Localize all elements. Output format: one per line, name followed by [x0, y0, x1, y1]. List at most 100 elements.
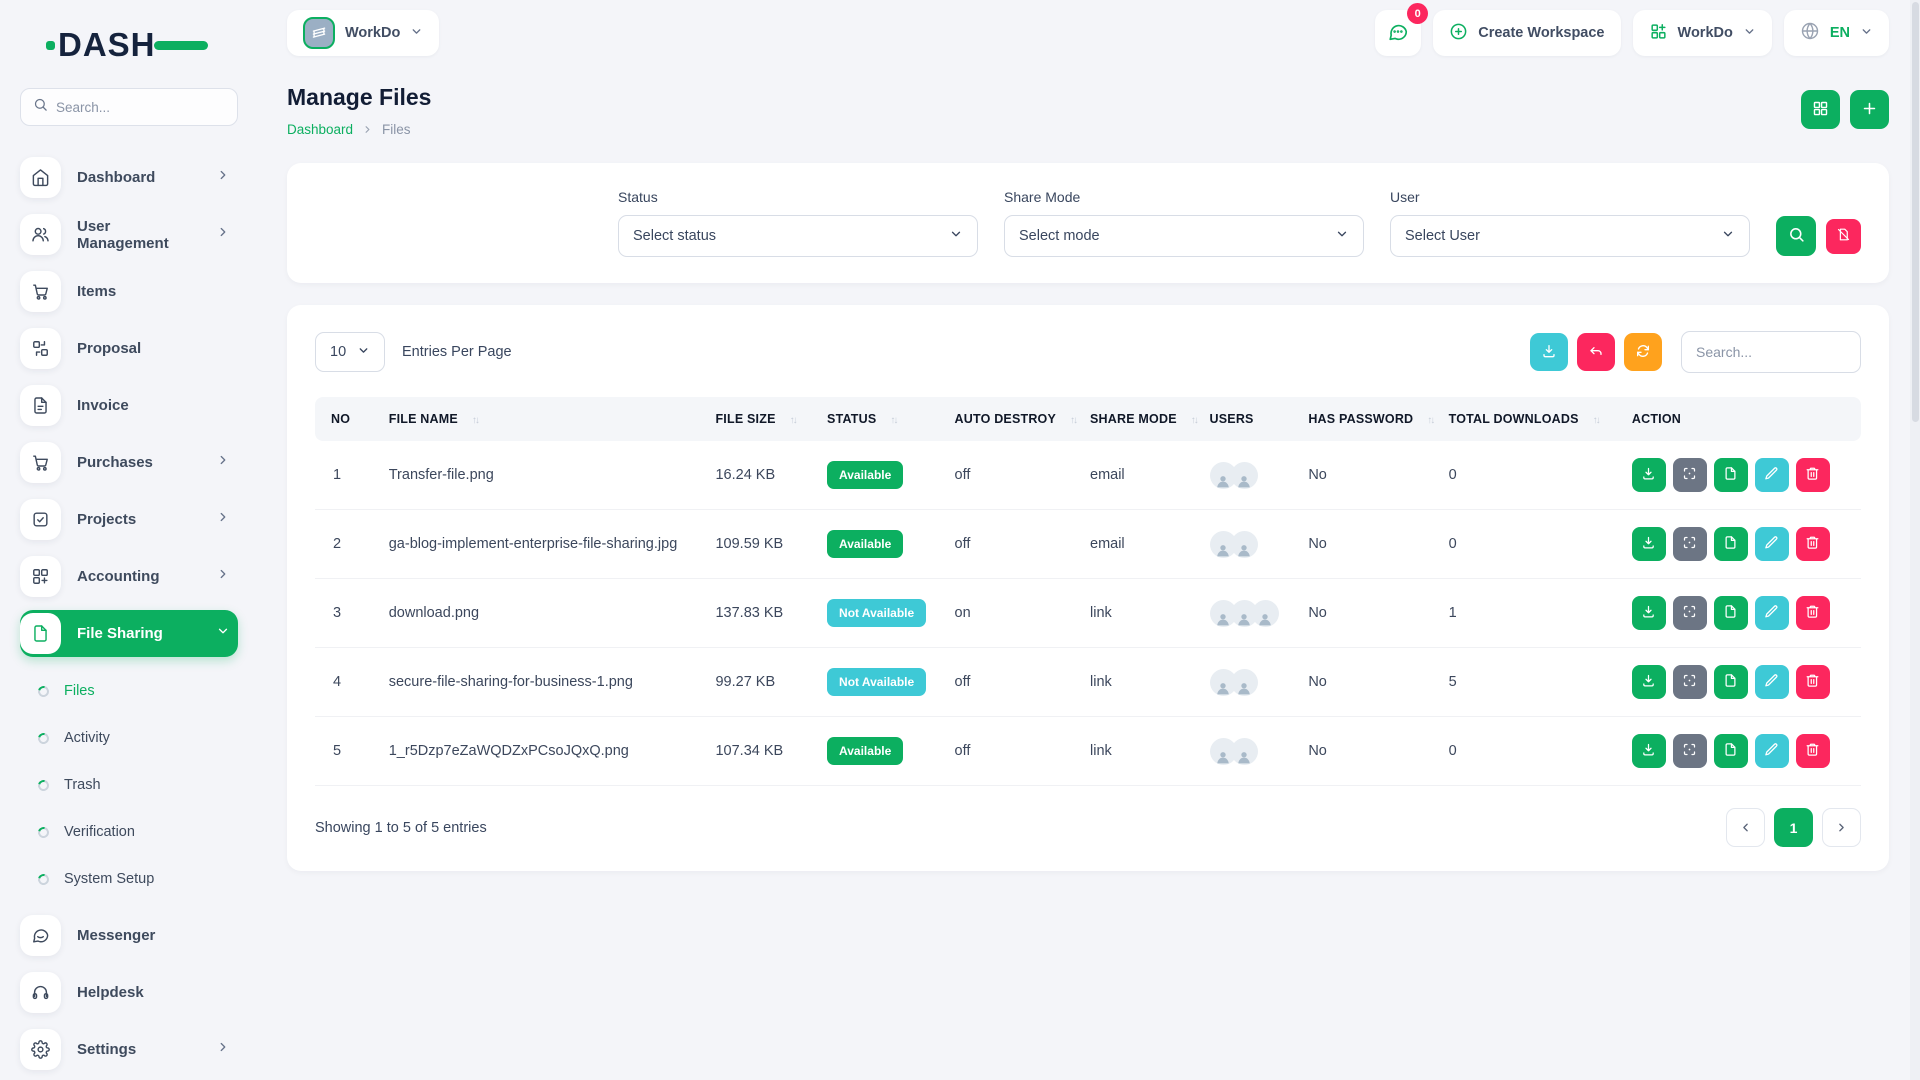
brand-logo[interactable]: DASH: [58, 26, 208, 64]
sidebar-item-accounting[interactable]: Accounting: [20, 553, 238, 600]
sidebar-item-invoice[interactable]: Invoice: [20, 382, 238, 429]
cell-status: Available: [817, 717, 945, 786]
language-selector[interactable]: EN: [1784, 10, 1889, 56]
view-file-button[interactable]: [1714, 458, 1748, 492]
cell-auto-destroy: on: [945, 579, 1080, 648]
user-select[interactable]: Select User: [1390, 215, 1750, 257]
file-table-body: 1 Transfer-file.png 16.24 KB Available o…: [315, 441, 1861, 786]
edit-file-button[interactable]: [1755, 527, 1789, 561]
scan-qr-button[interactable]: [1673, 665, 1707, 699]
table-row: 5 1_r5Dzp7eZaWQDZxPCsoJQxQ.png 107.34 KB…: [315, 717, 1861, 786]
sidebar-item-helpdesk[interactable]: Helpdesk: [20, 969, 238, 1016]
download-file-button[interactable]: [1632, 527, 1666, 561]
column-header-file-name[interactable]: FILE NAME↑↓: [379, 397, 706, 441]
status-select-value: Select status: [633, 228, 716, 244]
sidebar-item-dashboard[interactable]: Dashboard: [20, 154, 238, 201]
sidebar-search[interactable]: [20, 88, 238, 126]
chevron-right-icon: [216, 225, 230, 244]
view-file-button[interactable]: [1714, 734, 1748, 768]
download-file-button[interactable]: [1632, 596, 1666, 630]
workspace-selector[interactable]: WorkDo: [287, 10, 439, 56]
view-file-button[interactable]: [1714, 596, 1748, 630]
edit-file-button[interactable]: [1755, 458, 1789, 492]
scan-icon: [1682, 742, 1697, 760]
scrollbar-thumb[interactable]: [1912, 2, 1919, 422]
scan-qr-button[interactable]: [1673, 458, 1707, 492]
cell-total-downloads: 0: [1439, 717, 1622, 786]
grid-view-button[interactable]: [1801, 90, 1840, 129]
download-file-button[interactable]: [1632, 458, 1666, 492]
create-workspace-button[interactable]: Create Workspace: [1433, 10, 1620, 56]
submenu-item-system-setup[interactable]: System Setup: [38, 859, 238, 899]
next-page-button[interactable]: [1822, 808, 1861, 847]
sidebar-item-items[interactable]: Items: [20, 268, 238, 315]
edit-file-button[interactable]: [1755, 596, 1789, 630]
column-header-share-mode[interactable]: SHARE MODE↑↓: [1080, 397, 1200, 441]
cell-share-mode: link: [1080, 648, 1200, 717]
view-file-button[interactable]: [1714, 665, 1748, 699]
chevron-down-icon: [216, 624, 230, 643]
cell-users: [1200, 510, 1299, 579]
apply-filter-button[interactable]: [1776, 216, 1816, 256]
status-select[interactable]: Select status: [618, 215, 978, 257]
scan-qr-button[interactable]: [1673, 734, 1707, 768]
cell-actions: [1622, 717, 1861, 786]
download-file-button[interactable]: [1632, 665, 1666, 699]
breadcrumb-dashboard-link[interactable]: Dashboard: [287, 122, 353, 137]
submenu-item-files[interactable]: Files: [38, 671, 238, 711]
download-file-button[interactable]: [1632, 734, 1666, 768]
status-filter-label: Status: [618, 189, 978, 205]
clear-filter-button[interactable]: [1826, 219, 1861, 254]
delete-file-button[interactable]: [1796, 734, 1830, 768]
sidebar-item-user-management[interactable]: User Management: [20, 211, 238, 258]
delete-file-button[interactable]: [1796, 665, 1830, 699]
export-button[interactable]: [1530, 333, 1568, 371]
edit-file-button[interactable]: [1755, 665, 1789, 699]
scan-qr-button[interactable]: [1673, 596, 1707, 630]
column-header-total-downloads[interactable]: TOTAL DOWNLOADS↑↓: [1439, 397, 1622, 441]
column-header-auto-destroy[interactable]: AUTO DESTROY↑↓: [945, 397, 1080, 441]
page-size-select[interactable]: 10: [315, 332, 385, 372]
sidebar-item-proposal[interactable]: Proposal: [20, 325, 238, 372]
delete-file-button[interactable]: [1796, 458, 1830, 492]
view-file-button[interactable]: [1714, 527, 1748, 561]
filter-panel: Status Select status Share Mode Select m…: [287, 163, 1889, 283]
sidebar-item-file-sharing[interactable]: File Sharing: [20, 610, 238, 657]
scrollbar[interactable]: [1910, 0, 1920, 1080]
cell-file-size: 137.83 KB: [705, 579, 817, 648]
share-mode-select[interactable]: Select mode: [1004, 215, 1364, 257]
submenu-item-trash[interactable]: Trash: [38, 765, 238, 805]
submenu-item-activity[interactable]: Activity: [38, 718, 238, 758]
cell-status: Not Available: [817, 648, 945, 717]
sidebar-item-purchases[interactable]: Purchases: [20, 439, 238, 486]
table-search-input[interactable]: [1681, 331, 1861, 373]
app-menu-button[interactable]: WorkDo: [1633, 10, 1772, 56]
submenu-item-label: Activity: [64, 730, 110, 746]
messages-button[interactable]: 0: [1375, 10, 1421, 56]
column-header-status[interactable]: STATUS↑↓: [817, 397, 945, 441]
edit-file-button[interactable]: [1755, 734, 1789, 768]
sidebar-item-projects[interactable]: Projects: [20, 496, 238, 543]
chevron-down-icon: [1860, 25, 1873, 42]
column-header-has-password[interactable]: HAS PASSWORD↑↓: [1298, 397, 1438, 441]
sidebar-item-settings[interactable]: Settings: [20, 1026, 238, 1073]
pencil-icon: [1764, 742, 1779, 760]
circle-icon: [36, 683, 51, 698]
main-content: WorkDo 0 Create Workspace WorkDo: [256, 0, 1920, 871]
page-number-button[interactable]: 1: [1774, 808, 1813, 847]
delete-file-button[interactable]: [1796, 527, 1830, 561]
refresh-button[interactable]: [1624, 333, 1662, 371]
previous-page-button[interactable]: [1726, 808, 1765, 847]
add-file-button[interactable]: [1850, 90, 1889, 129]
delete-file-button[interactable]: [1796, 596, 1830, 630]
sidebar-search-input[interactable]: [56, 100, 225, 115]
chevron-right-icon: [216, 168, 230, 187]
status-badge: Not Available: [827, 599, 926, 627]
scan-qr-button[interactable]: [1673, 527, 1707, 561]
table-toolbar: [1530, 331, 1861, 373]
sidebar-item-messenger[interactable]: Messenger: [20, 912, 238, 959]
undo-button[interactable]: [1577, 333, 1615, 371]
submenu-item-verification[interactable]: Verification: [38, 812, 238, 852]
column-header-file-size[interactable]: FILE SIZE↑↓: [705, 397, 817, 441]
cell-total-downloads: 1: [1439, 579, 1622, 648]
